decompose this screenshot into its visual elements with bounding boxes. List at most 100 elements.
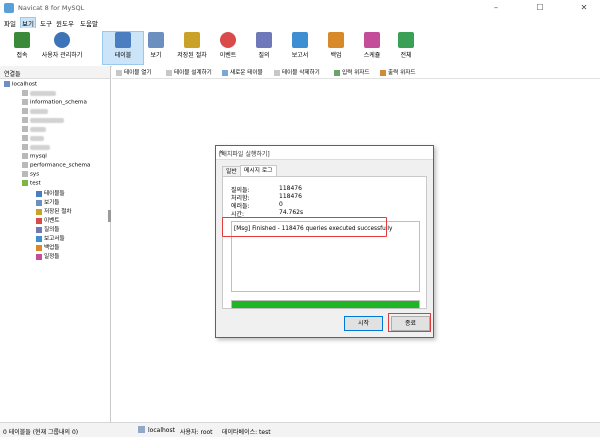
connections-header: 연결들 <box>0 66 110 79</box>
splitter-handle[interactable] <box>108 210 111 222</box>
dialog-close-icon[interactable]: ✕ <box>219 149 430 156</box>
progress-fill <box>232 301 419 308</box>
menu-window[interactable]: 윈도우 <box>56 18 74 28</box>
toolbar-query-button[interactable]: 질의 <box>244 32 284 64</box>
view-icon <box>36 199 42 206</box>
blurred-name <box>30 108 48 114</box>
open-table-icon <box>116 69 122 76</box>
tree-object-procedures[interactable]: 저장된 절차 <box>36 207 72 216</box>
table-icon <box>36 190 42 197</box>
backup-icon <box>328 32 344 48</box>
backup-icon <box>36 244 42 251</box>
progress-bar <box>231 300 420 309</box>
tree-db-blurred-2[interactable] <box>22 108 48 117</box>
tree-connection-localhost[interactable]: localhost <box>4 81 37 90</box>
export-wizard-button[interactable]: 출력 위자드 <box>380 68 416 76</box>
toolbar-backup-button[interactable]: 백업 <box>316 32 356 64</box>
user-icon <box>54 32 70 48</box>
message-log-panel: 질의들: 118476 처리함: 118476 에러들: 0 시간: 74.76… <box>222 176 427 309</box>
table-icon <box>115 32 131 48</box>
tree-object-backups[interactable]: 백업들 <box>36 243 59 252</box>
delete-table-button[interactable]: 테이블 삭제하기 <box>274 68 320 76</box>
import-icon <box>334 69 340 76</box>
object-toolbar: 테이블 열기 테이블 설계하기 새로운 테이블 테이블 삭제하기 입력 위자드 … <box>112 66 600 79</box>
blurred-name <box>30 144 50 150</box>
menu-file[interactable]: 파일 <box>4 18 16 28</box>
schedule-icon <box>36 253 42 260</box>
export-icon <box>380 69 386 76</box>
window-title: Navicat 8 for MySQL <box>18 4 85 12</box>
query-icon <box>256 32 272 48</box>
toolbar-model-button[interactable]: 전체 <box>386 32 426 64</box>
database-icon <box>22 108 28 114</box>
toolbar-procedure-button[interactable]: 저장된 절차 <box>172 32 212 64</box>
status-user: 사용자: root <box>180 429 213 436</box>
database-icon <box>22 117 28 123</box>
toolbar-connection-button[interactable]: 접속 <box>2 32 42 64</box>
plug-icon <box>14 32 30 48</box>
stat-processed-value: 118476 <box>279 193 302 200</box>
stat-queries-value: 118476 <box>279 185 302 192</box>
tree-db-information-schema[interactable]: information_schema <box>22 99 87 108</box>
procedure-icon <box>36 208 42 215</box>
tree-db-blurred-3[interactable] <box>22 117 64 126</box>
tree-object-events[interactable]: 이벤트 <box>36 216 59 225</box>
database-icon <box>22 171 28 177</box>
database-icon <box>22 99 28 105</box>
tree-object-views[interactable]: 보기들 <box>36 198 59 207</box>
new-table-icon <box>222 69 228 76</box>
procedure-icon <box>184 32 200 48</box>
tree-db-test[interactable]: test <box>22 180 41 189</box>
report-icon <box>36 235 42 242</box>
database-icon <box>22 162 28 168</box>
database-icon <box>22 135 28 141</box>
report-icon <box>292 32 308 48</box>
tree-object-reports[interactable]: 보고서들 <box>36 234 65 243</box>
tree-db-sys[interactable]: sys <box>22 171 39 180</box>
menu-bar: 파일 보기 도구 윈도우 도움말 <box>0 16 600 29</box>
tree-db-blurred-5[interactable] <box>22 135 44 144</box>
schedule-icon <box>364 32 380 48</box>
import-wizard-button[interactable]: 입력 위자드 <box>334 68 370 76</box>
toolbar-user-manager-button[interactable]: 사용자 관리하기 <box>38 32 86 64</box>
query-icon <box>36 226 42 233</box>
menu-tools[interactable]: 도구 <box>40 18 52 28</box>
status-host: localhost <box>148 427 175 434</box>
open-table-button[interactable]: 테이블 열기 <box>116 68 152 76</box>
blurred-name <box>30 90 56 96</box>
main-toolbar: 접속 사용자 관리하기 테이블 보기 저장된 절차 이벤트 질의 보고서 백업 … <box>0 28 600 67</box>
new-table-button[interactable]: 새로운 테이블 <box>222 68 263 76</box>
minimize-button[interactable]: – <box>486 2 506 14</box>
server-icon <box>4 81 10 87</box>
tree-object-schedules[interactable]: 일정들 <box>36 252 59 261</box>
execute-batch-dialog: [배치파일 실행하기] ✕ 일반 메시지 로그 질의들: 118476 처리함:… <box>215 145 434 338</box>
design-table-icon <box>166 69 172 76</box>
toolbar-report-button[interactable]: 보고서 <box>280 32 320 64</box>
database-icon <box>22 153 28 159</box>
design-table-button[interactable]: 테이블 설계하기 <box>166 68 212 76</box>
model-icon <box>398 32 414 48</box>
close-button[interactable]: ✕ <box>574 2 594 14</box>
tree-db-blurred-4[interactable] <box>22 126 46 135</box>
server-icon <box>138 426 145 433</box>
database-open-icon <box>22 180 28 186</box>
start-button[interactable]: 시작 <box>344 316 383 331</box>
status-table-count: 0 테이블들 (현재 그룹내의 0) <box>3 429 79 436</box>
view-icon <box>148 32 164 48</box>
blurred-name <box>30 135 44 141</box>
menu-help[interactable]: 도움말 <box>80 18 98 28</box>
app-icon <box>4 3 14 13</box>
maximize-button[interactable]: ☐ <box>530 2 550 14</box>
tree-object-tables[interactable]: 테이블들 <box>36 189 65 198</box>
event-icon <box>220 32 236 48</box>
toolbar-event-button[interactable]: 이벤트 <box>208 32 248 64</box>
tree-db-performance-schema[interactable]: performance_schema <box>22 162 90 171</box>
toolbar-view-button[interactable]: 보기 <box>136 32 176 64</box>
tree-db-mysql[interactable]: mysql <box>22 153 47 162</box>
tree-db-blurred-1[interactable] <box>22 90 56 99</box>
tree-object-queries[interactable]: 질의들 <box>36 225 59 234</box>
blurred-name <box>30 126 46 132</box>
title-bar: Navicat 8 for MySQL – ☐ ✕ <box>0 0 600 17</box>
tree-db-blurred-6[interactable] <box>22 144 50 153</box>
close-highlight-box <box>388 313 431 332</box>
